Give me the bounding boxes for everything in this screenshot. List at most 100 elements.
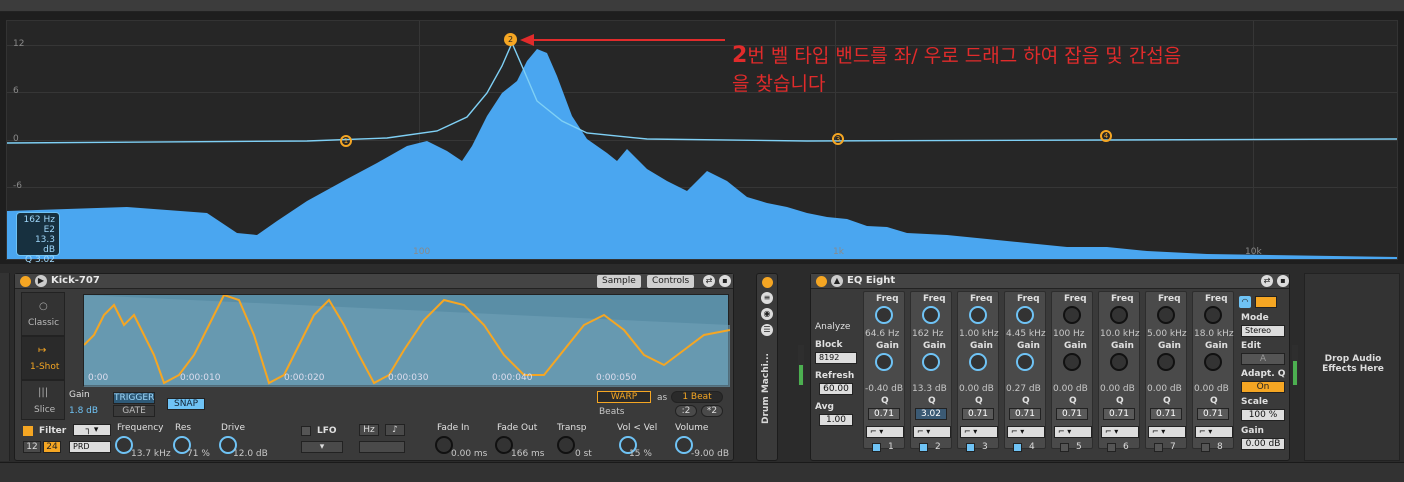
tab-sample[interactable]: Sample <box>597 275 641 288</box>
mode-select[interactable]: Stereo <box>1241 325 1285 337</box>
eq-expand-icon[interactable]: ▲ <box>831 275 843 287</box>
filter-slope-12[interactable]: 12 <box>23 441 41 453</box>
band-enable-toggle[interactable] <box>1154 443 1163 452</box>
annotation-line-2: 을 찾습니다 <box>732 73 826 95</box>
band-filter-type-select[interactable]: ⌐ ▾ <box>1101 426 1139 438</box>
band-enable-toggle[interactable] <box>872 443 881 452</box>
band-gain-knob[interactable] <box>1110 353 1128 371</box>
hot-swap-icon[interactable]: ⇄ <box>703 275 715 287</box>
drop-audio-effects-zone[interactable]: Drop Audio Effects Here <box>1304 273 1400 461</box>
sample-waveform[interactable]: 0:00 0:00:010 0:00:020 0:00:030 0:00:040… <box>83 294 730 387</box>
band-q-value[interactable]: 0.71 <box>1056 408 1088 420</box>
analyze-label[interactable]: Analyze <box>815 322 850 332</box>
band-filter-type-select[interactable]: ⌐ ▾ <box>1007 426 1045 438</box>
band-enable-toggle[interactable] <box>1013 443 1022 452</box>
fade-in-value: 0.00 ms <box>451 449 488 459</box>
band-filter-type-select[interactable]: ⌐ ▾ <box>866 426 904 438</box>
band-gain-knob[interactable] <box>875 353 893 371</box>
band-freq-knob[interactable] <box>1157 306 1175 324</box>
warp-beat-value[interactable]: 1 Beat <box>671 391 723 403</box>
device-power-icon[interactable] <box>20 276 31 287</box>
band-q-value[interactable]: 0.71 <box>1009 408 1041 420</box>
band-enable-toggle[interactable] <box>919 443 928 452</box>
filter-slope-24[interactable]: 24 <box>43 441 61 453</box>
mode-slice[interactable]: ||| Slice <box>21 380 65 420</box>
headphone-icon[interactable]: ◠ <box>1239 296 1251 308</box>
lfo-rate-field[interactable] <box>359 441 405 453</box>
transp-knob[interactable] <box>557 436 575 454</box>
double-button[interactable]: *2 <box>701 405 723 417</box>
band-enable-toggle[interactable] <box>1201 443 1210 452</box>
save-preset-icon[interactable]: ▪ <box>719 275 731 287</box>
band-q-value[interactable]: 0.71 <box>1103 408 1135 420</box>
eq-power-icon[interactable] <box>816 276 827 287</box>
band-enable-toggle[interactable] <box>1107 443 1116 452</box>
gate-button[interactable]: GATE <box>113 405 155 417</box>
refresh-value[interactable]: 60.00 <box>819 383 853 395</box>
band-marker-2[interactable]: 2 <box>504 33 517 46</box>
band-gain-knob[interactable] <box>1204 353 1222 371</box>
avg-value[interactable]: 1.00 <box>819 414 853 426</box>
rack-power-icon[interactable] <box>762 277 773 288</box>
band-q-value[interactable]: 0.71 <box>1150 408 1182 420</box>
band-freq-knob[interactable] <box>1110 306 1128 324</box>
trigger-button[interactable]: TRIGGER <box>113 392 155 404</box>
rack-list-icon[interactable]: ☰ <box>761 324 773 336</box>
band-gain-knob[interactable] <box>969 353 987 371</box>
band-freq-knob[interactable] <box>1016 306 1034 324</box>
lfo-toggle[interactable] <box>301 426 311 436</box>
band-marker-3[interactable]: 3 <box>832 133 844 145</box>
band-freq-knob[interactable] <box>875 306 893 324</box>
spectrum-toggle-icon[interactable] <box>1255 296 1277 308</box>
band-filter-type-select[interactable]: ⌐ ▾ <box>913 426 951 438</box>
block-select[interactable]: 8192 <box>815 352 857 364</box>
band-gain-knob[interactable] <box>1016 353 1034 371</box>
gain-value[interactable]: 1.8 dB <box>69 406 98 416</box>
output-gain-value[interactable]: 0.00 dB <box>1241 438 1285 450</box>
band-q-value[interactable]: 0.71 <box>1197 408 1229 420</box>
rack-chain-icon[interactable]: ≡ <box>761 292 773 304</box>
band-gain-knob[interactable] <box>922 353 940 371</box>
band-freq-knob[interactable] <box>1204 306 1222 324</box>
band-filter-type-select[interactable]: ⌐ ▾ <box>1195 426 1233 438</box>
band-freq-knob[interactable] <box>922 306 940 324</box>
eq-eight-title: EQ Eight <box>847 275 896 286</box>
band-freq-knob[interactable] <box>1063 306 1081 324</box>
band-q-value[interactable]: 3.02 <box>915 408 947 420</box>
scale-value[interactable]: 100 % <box>1241 409 1285 421</box>
band-filter-type-select[interactable]: ⌐ ▾ <box>1148 426 1186 438</box>
eq-hot-swap-icon[interactable]: ⇄ <box>1261 275 1273 287</box>
band-freq-knob[interactable] <box>969 306 987 324</box>
band-enable-toggle[interactable] <box>966 443 975 452</box>
lfo-note-icon[interactable]: ♪ <box>385 424 405 436</box>
band-filter-type-select[interactable]: ⌐ ▾ <box>960 426 998 438</box>
mode-one-shot[interactable]: ↦ 1-Shot <box>21 336 65 380</box>
band-marker-1[interactable]: 1 <box>340 135 352 147</box>
rack-macro-icon[interactable]: ◉ <box>761 308 773 320</box>
level-meter-right <box>1292 345 1298 385</box>
band-gain-knob[interactable] <box>1063 353 1081 371</box>
adapt-q-toggle[interactable]: On <box>1241 381 1285 393</box>
play-icon[interactable]: ▶ <box>35 275 47 287</box>
halve-button[interactable]: :2 <box>675 405 697 417</box>
filter-toggle[interactable] <box>23 426 33 436</box>
band-gain-knob[interactable] <box>1157 353 1175 371</box>
warp-button[interactable]: WARP <box>597 391 651 403</box>
tab-controls[interactable]: Controls <box>647 275 695 288</box>
timeline-ruler[interactable] <box>0 0 1404 12</box>
band-filter-type-select[interactable]: ⌐ ▾ <box>1054 426 1092 438</box>
edit-button[interactable]: A <box>1241 353 1285 365</box>
band-q-value[interactable]: 0.71 <box>868 408 900 420</box>
filter-type-select[interactable]: PRD <box>69 441 111 453</box>
band-q-value[interactable]: 0.71 <box>962 408 994 420</box>
lfo-hz-button[interactable]: Hz <box>359 424 379 436</box>
snap-button[interactable]: SNAP <box>167 398 205 410</box>
filter-curve-select[interactable]: ┐ ▾ <box>73 424 111 436</box>
mode-classic[interactable]: ○ Classic <box>21 292 65 336</box>
warp-mode-select[interactable]: Beats <box>599 407 624 417</box>
band-marker-4[interactable]: 4 <box>1100 130 1112 142</box>
band-enable-toggle[interactable] <box>1060 443 1069 452</box>
eq-save-icon[interactable]: ▪ <box>1277 275 1289 287</box>
level-meter-left <box>798 345 804 385</box>
lfo-shape-select[interactable]: ▾ <box>301 441 343 453</box>
